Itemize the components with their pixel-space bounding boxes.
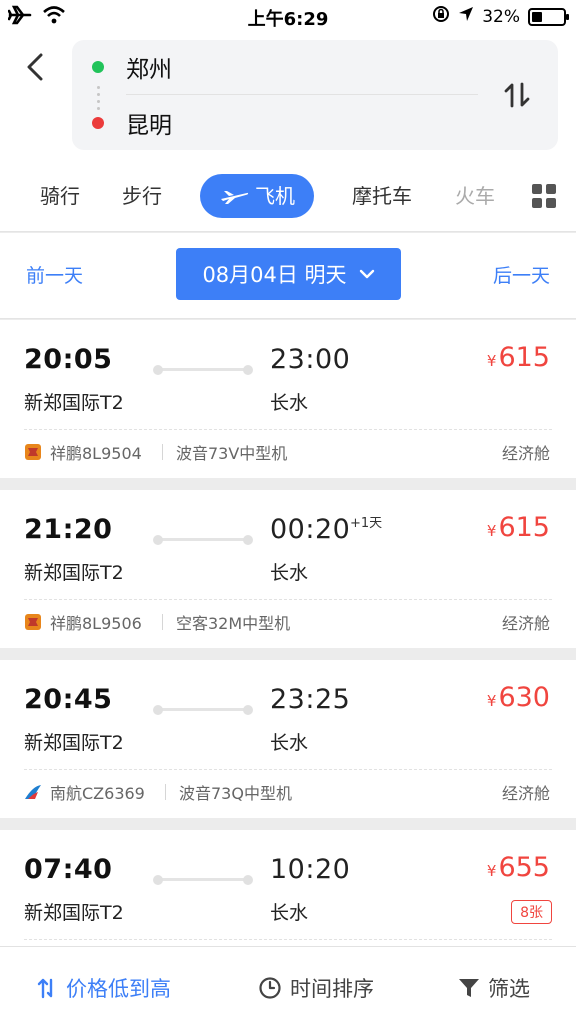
sort-arrows-icon	[37, 978, 53, 999]
destination-dot-icon	[92, 117, 104, 129]
separator	[165, 784, 166, 800]
battery-percent: 32%	[482, 6, 520, 27]
next-day-button[interactable]: 后一天	[493, 261, 550, 288]
tab-walking[interactable]: 步行	[112, 174, 172, 218]
flight-price: ¥615	[486, 512, 550, 543]
chevron-left-icon	[27, 53, 43, 81]
prev-day-button[interactable]: 前一天	[26, 261, 83, 288]
tab-flight[interactable]: 飞机	[200, 174, 314, 218]
orientation-lock-icon	[432, 5, 450, 28]
sort-time-label: 时间排序	[290, 977, 374, 1001]
next-day-indicator: +1天	[350, 516, 383, 531]
card-divider	[24, 599, 552, 600]
flight-price: ¥615	[486, 342, 550, 373]
selected-date: 08月04日 明天	[202, 263, 347, 287]
arrival-airport: 长水	[270, 902, 309, 924]
sort-time-button[interactable]: 时间排序	[258, 973, 374, 1003]
airplane-icon	[221, 191, 249, 204]
cabin-class: 经济舱	[501, 784, 550, 803]
date-picker[interactable]: 08月04日 明天	[176, 248, 401, 300]
flight-track	[153, 535, 253, 545]
flight-track	[153, 875, 253, 885]
flight-price: ¥655	[486, 852, 550, 883]
aircraft-type: 空客32M中型机	[176, 614, 291, 633]
aircraft-type: 波音73Q中型机	[179, 784, 292, 803]
airline-flight-number: 祥鹏8L9504	[50, 444, 142, 463]
filter-button[interactable]: 筛选	[458, 973, 530, 1003]
sort-price-label: 价格低到高	[66, 977, 171, 1001]
flight-track	[153, 365, 253, 375]
separator	[162, 444, 163, 460]
xiangpeng-logo-icon	[25, 444, 41, 460]
arrival-airport: 长水	[270, 562, 309, 584]
swap-arrows-icon	[504, 82, 530, 108]
status-bar: 上午6:29 32%	[0, 0, 576, 32]
date-bar: 前一天 08月04日 明天 后一天	[0, 233, 576, 319]
arrival-time: 23:25	[270, 684, 351, 715]
cabin-class: 经济舱	[501, 444, 550, 463]
battery-level	[532, 11, 542, 22]
destination-city: 昆明	[126, 113, 172, 139]
departure-airport: 新郑国际T2	[24, 902, 124, 924]
aircraft-type: 波音73V中型机	[176, 444, 288, 463]
tab-cycling[interactable]: 骑行	[30, 174, 90, 218]
departure-airport: 新郑国际T2	[24, 732, 124, 754]
origin-city: 郑州	[126, 57, 172, 83]
destination-field[interactable]: 昆明	[92, 108, 172, 139]
flight-card[interactable]: 20:45 新郑国际T2 23:25 长水 ¥630 南航CZ6369 波音73…	[0, 660, 576, 818]
departure-time: 07:40	[24, 854, 113, 885]
cabin-class: 经济舱	[501, 614, 550, 633]
origin-field[interactable]: 郑州	[92, 52, 172, 83]
back-button[interactable]	[18, 50, 52, 84]
departure-time: 20:05	[24, 344, 113, 375]
flight-card[interactable]: 20:05 新郑国际T2 23:00 长水 ¥615 祥鹏8L9504 波音73…	[0, 320, 576, 478]
flight-card[interactable]: 21:20 新郑国际T2 00:20 +1天 长水 ¥615 祥鹏8L9506 …	[0, 490, 576, 648]
route-box: 郑州 昆明	[72, 40, 558, 150]
more-modes-icon[interactable]	[532, 184, 556, 208]
sort-price-button[interactable]: 价格低到高	[36, 973, 171, 1003]
departure-time: 21:20	[24, 514, 113, 545]
card-divider	[24, 769, 552, 770]
chevron-down-icon	[359, 269, 374, 279]
route-divider	[126, 94, 478, 95]
card-divider	[24, 429, 552, 430]
flight-card[interactable]: 07:40 新郑国际T2 10:20 长水 ¥655 8张	[0, 830, 576, 946]
arrival-airport: 长水	[270, 392, 309, 414]
airline-flight-number: 祥鹏8L9506	[50, 614, 142, 633]
xiangpeng-logo-icon	[25, 614, 41, 630]
flight-track	[153, 705, 253, 715]
flight-price: ¥630	[486, 682, 550, 713]
arrival-time: 00:20	[270, 514, 351, 545]
route-header: 郑州 昆明	[0, 32, 576, 160]
card-divider	[24, 939, 552, 940]
departure-airport: 新郑国际T2	[24, 392, 124, 414]
battery-icon	[528, 7, 569, 26]
tab-motorcycle[interactable]: 摩托车	[346, 174, 418, 218]
location-arrow-icon	[458, 6, 474, 27]
departure-time: 20:45	[24, 684, 113, 715]
departure-airport: 新郑国际T2	[24, 562, 124, 584]
route-connector	[97, 86, 100, 110]
separator	[162, 614, 163, 630]
filter-funnel-icon	[459, 979, 479, 997]
filter-label: 筛选	[488, 977, 530, 1001]
arrival-time: 23:00	[270, 344, 351, 375]
arrival-airport: 长水	[270, 732, 309, 754]
transport-tabs: 骑行 步行 飞机 摩托车 火车	[0, 160, 576, 232]
swap-route-button[interactable]	[500, 78, 534, 112]
tab-flight-label: 飞机	[255, 184, 295, 208]
china-southern-logo-icon	[25, 785, 41, 799]
arrival-time: 10:20	[270, 854, 351, 885]
tab-train[interactable]: 火车	[448, 174, 502, 218]
origin-dot-icon	[92, 61, 104, 73]
airline-flight-number: 南航CZ6369	[50, 784, 145, 803]
bottom-sort-bar: 价格低到高 时间排序 筛选	[0, 946, 576, 1024]
tickets-remaining-badge: 8张	[511, 900, 552, 924]
clock-icon	[259, 977, 281, 999]
